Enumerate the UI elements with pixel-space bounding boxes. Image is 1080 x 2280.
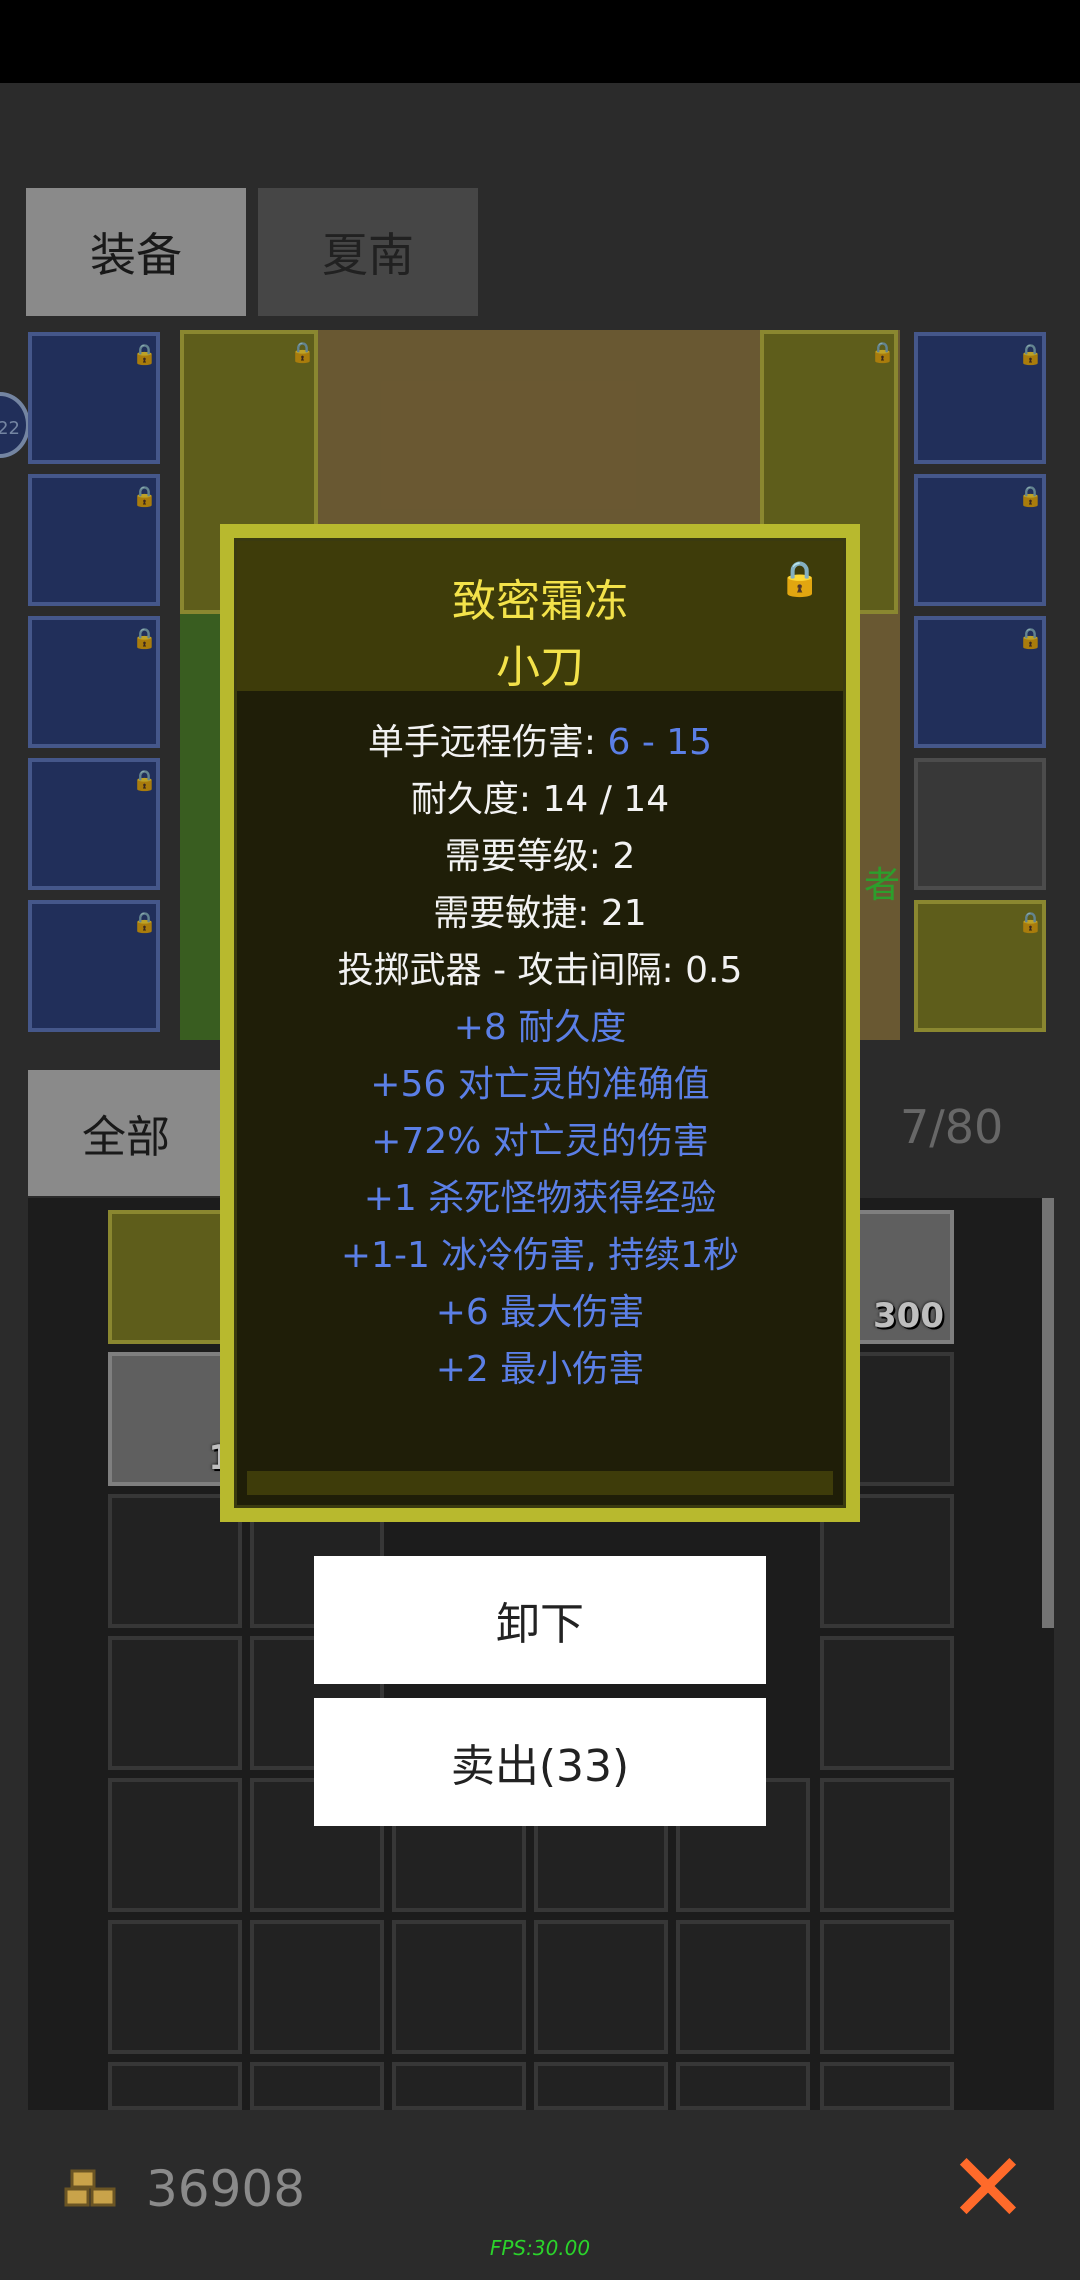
mod-line: +1 杀死怪物获得经验: [363, 1178, 717, 1219]
mod-line: +8 耐久度: [453, 1007, 627, 1048]
unequip-label: 卸下: [496, 1599, 584, 1650]
sell-button[interactable]: 卖出(33): [314, 1698, 766, 1826]
mod-line: +6 最大伤害: [435, 1292, 645, 1333]
stat-damage-value: 6 - 15: [607, 722, 713, 763]
stat-required-dex: 需要敏捷: 21: [433, 893, 647, 934]
stat-required-level: 需要等级: 2: [444, 836, 636, 877]
mod-line: +2 最小伤害: [435, 1349, 645, 1390]
tooltip-body: 🔒 致密霜冻 小刀 单手远程伤害: 6 - 15 耐久度: 14 / 14 需要…: [234, 538, 846, 1508]
stat-damage-label: 单手远程伤害:: [367, 722, 608, 763]
item-name: 致密霜冻: [452, 576, 628, 627]
close-icon[interactable]: ✕: [944, 2140, 1032, 2236]
item-tooltip: 🔒 致密霜冻 小刀 单手远程伤害: 6 - 15 耐久度: 14 / 14 需要…: [220, 524, 860, 1522]
mod-line: +72% 对亡灵的伤害: [371, 1121, 709, 1162]
mod-line: +56 对亡灵的准确值: [370, 1064, 710, 1105]
unequip-button[interactable]: 卸下: [314, 1556, 766, 1684]
item-type: 小刀: [496, 642, 584, 693]
gold-display: 36908: [64, 2160, 305, 2218]
stat-durability: 耐久度: 14 / 14: [410, 779, 670, 820]
status-bar: [0, 0, 1080, 83]
stat-damage: 单手远程伤害: 6 - 15: [237, 713, 843, 765]
gold-amount: 36908: [146, 2160, 306, 2218]
gold-coins-icon: [64, 2165, 120, 2213]
sell-label: 卖出(33): [450, 1741, 630, 1792]
stat-attack-interval: 投掷武器 - 攻击间隔: 0.5: [337, 950, 743, 991]
tooltip-footer: [247, 1471, 833, 1495]
fps-counter: FPS:30.00: [489, 2236, 591, 2260]
mod-line: +1-1 冰冷伤害, 持续1秒: [340, 1235, 740, 1276]
